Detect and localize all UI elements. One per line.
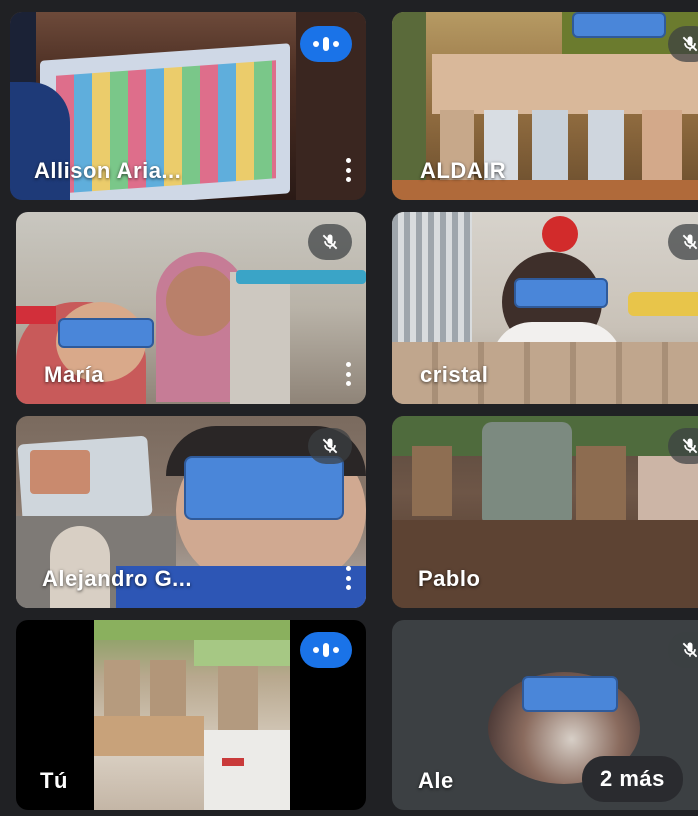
redacted-face	[572, 12, 666, 38]
audio-level-icon	[300, 26, 352, 62]
self-view-tile[interactable]: Tú	[16, 620, 366, 810]
mic-off-icon	[668, 632, 698, 668]
participant-name: cristal	[420, 362, 489, 387]
participant-tile[interactable]: María	[16, 212, 366, 404]
more-vert-icon[interactable]	[344, 362, 352, 386]
more-participants-button[interactable]: 2 más	[582, 756, 683, 802]
participant-tile[interactable]: Pablo	[392, 416, 698, 608]
video-call-grid: Allison Aria... ALDAIR María cristal Ale…	[0, 0, 698, 816]
participant-tile[interactable]: Allison Aria...	[10, 12, 366, 200]
video-feed	[94, 620, 290, 810]
participant-name: Allison Aria...	[34, 158, 182, 183]
participant-name: ALDAIR	[420, 158, 507, 183]
mic-off-icon	[668, 26, 698, 62]
participant-name: María	[44, 362, 104, 387]
participant-name: Alejandro G...	[42, 566, 193, 591]
participant-tile[interactable]: cristal	[392, 212, 698, 404]
mic-off-icon	[308, 224, 352, 260]
mic-off-icon	[668, 224, 698, 260]
redacted-face	[514, 278, 608, 308]
mic-off-icon	[308, 428, 352, 464]
participant-name: Ale	[418, 768, 454, 793]
participant-tile[interactable]: Ale 2 más	[392, 620, 698, 810]
participant-tile[interactable]: ALDAIR	[392, 12, 698, 200]
mic-off-icon	[668, 428, 698, 464]
participant-tile[interactable]: Alejandro G...	[16, 416, 366, 608]
redacted-face	[522, 676, 618, 712]
redacted-face	[58, 318, 154, 348]
participant-name: Pablo	[418, 566, 481, 591]
audio-level-icon	[300, 632, 352, 668]
more-vert-icon[interactable]	[344, 566, 352, 590]
redacted-face	[184, 456, 344, 520]
participant-name: Tú	[40, 768, 68, 793]
more-vert-icon[interactable]	[344, 158, 352, 182]
